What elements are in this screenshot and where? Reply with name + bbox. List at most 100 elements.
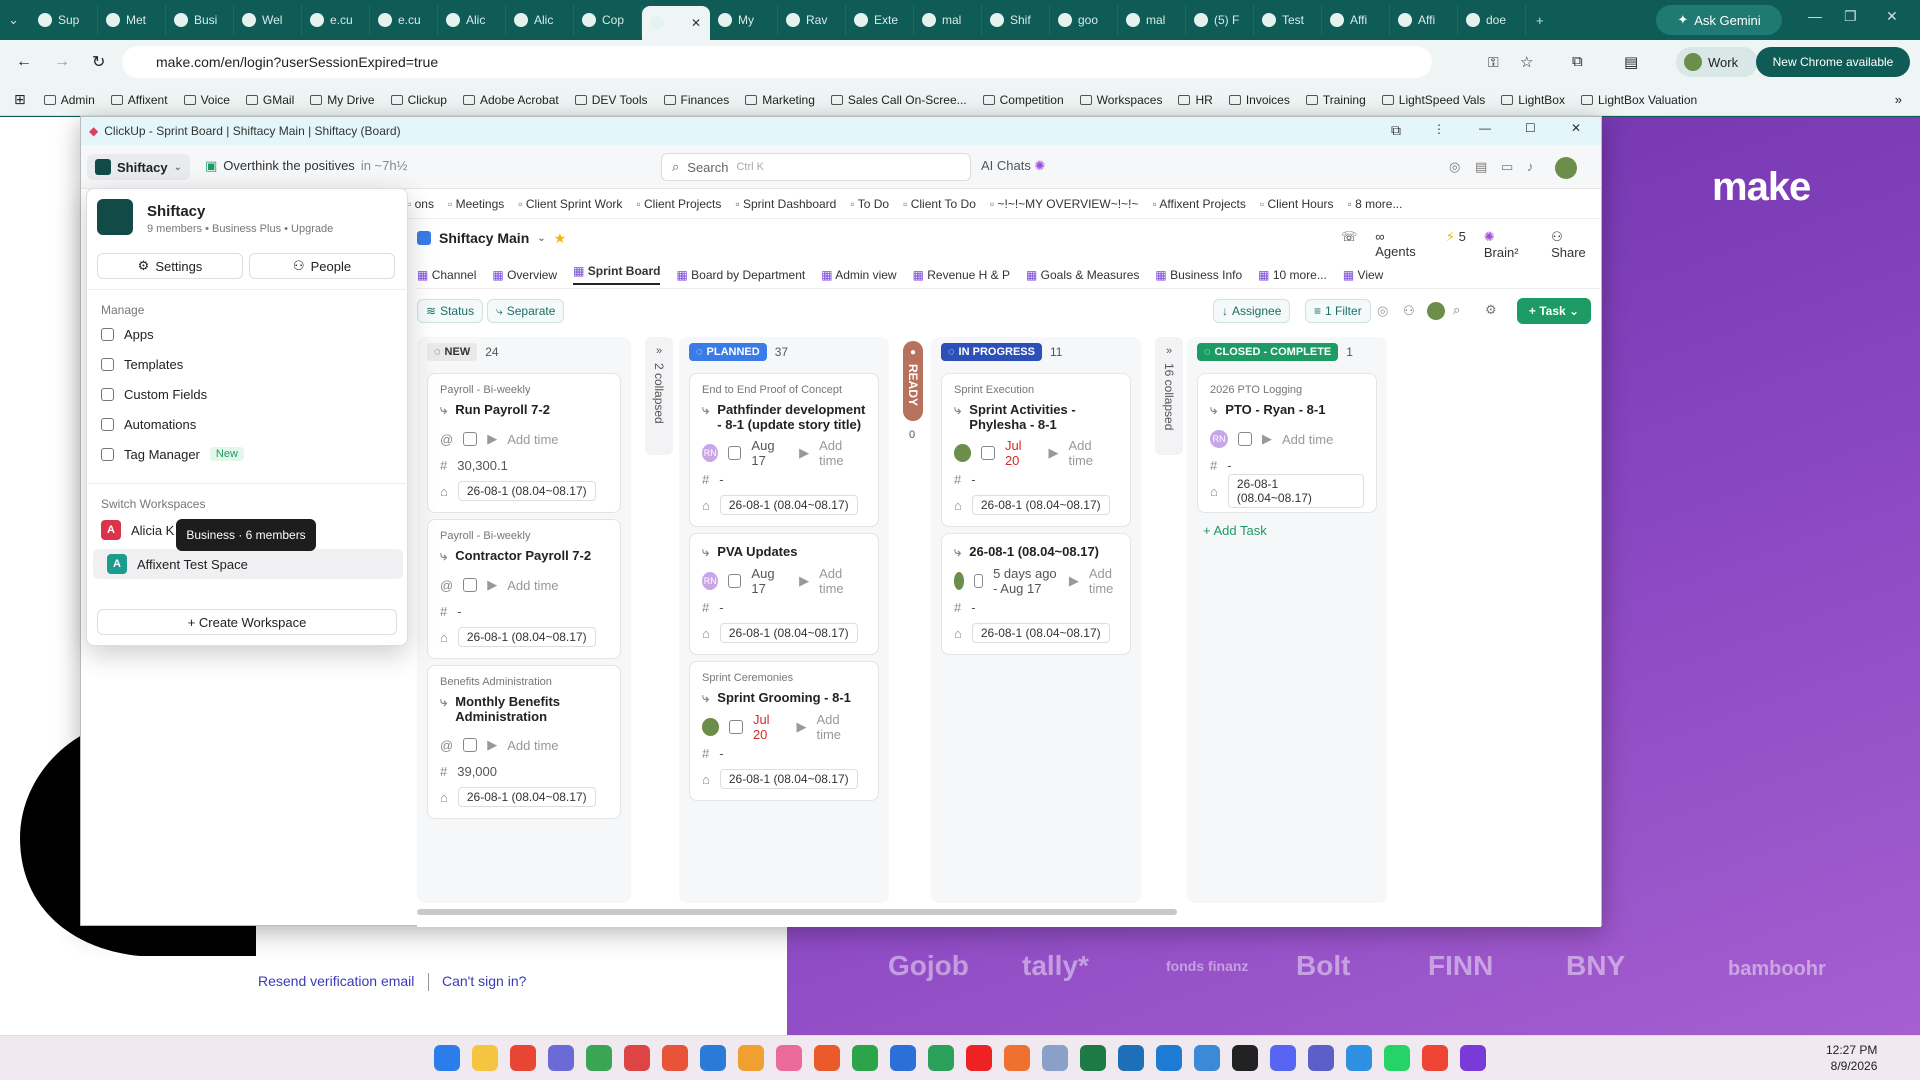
browser-tab[interactable]: goo — [1050, 5, 1118, 35]
video-icon[interactable]: ▭ — [1501, 159, 1513, 175]
bookmark-item[interactable]: Workspaces — [1072, 93, 1171, 107]
add-time-button[interactable]: Add time — [507, 578, 558, 593]
phone-icon[interactable]: ☏ — [1341, 229, 1357, 260]
bookmark-item[interactable]: Competition — [975, 93, 1072, 107]
check-circle-icon[interactable]: ◎ — [1449, 159, 1460, 175]
people-button[interactable]: ⚇ People — [249, 253, 395, 279]
task-card[interactable]: ⤷ 26-08-1 (08.04~08.17) 5 days ago - Aug 1… — [941, 533, 1131, 655]
mic-icon[interactable]: ♪ — [1527, 159, 1534, 174]
close-icon[interactable]: ✕ — [1886, 8, 1898, 25]
assignee-avatar[interactable] — [1427, 302, 1445, 320]
browser-tab[interactable]: Alic — [506, 5, 574, 35]
bookmark-item[interactable]: GMail — [238, 93, 302, 107]
nav-item[interactable]: ▫ ~!~!~MY OVERVIEW~!~!~ — [990, 197, 1139, 211]
bookmark-item[interactable]: Voice — [176, 93, 238, 107]
extension-icon[interactable]: ⧉ — [1391, 122, 1401, 139]
add-time-button[interactable]: Add time — [507, 432, 558, 447]
workspace-switcher[interactable]: Shiftacy ⌄ — [87, 154, 190, 180]
view-tab[interactable]: ▦ Admin view — [821, 268, 896, 282]
back-icon[interactable]: ← — [16, 53, 32, 71]
app-icon[interactable] — [738, 1045, 764, 1071]
bookmark-item[interactable]: LightSpeed Vals — [1374, 93, 1494, 107]
bookmark-item[interactable]: HR — [1170, 93, 1220, 107]
bookmark-item[interactable]: DEV Tools — [567, 93, 656, 107]
task-card[interactable]: Payroll - Bi-weekly ⤷ Contractor Payroll 7… — [427, 519, 621, 659]
more-bookmarks-icon[interactable]: » — [1895, 92, 1902, 107]
bookmark-item[interactable]: LightBox — [1493, 93, 1573, 107]
manage-item[interactable]: Templates — [87, 349, 409, 379]
column-header[interactable]: ◌ CLOSED - COMPLETE 1 — [1187, 337, 1387, 367]
profile-button[interactable]: Work — [1676, 47, 1758, 77]
agents-button[interactable]: ∞ Agents — [1375, 229, 1428, 260]
bookmark-item[interactable]: Affixent — [103, 93, 176, 107]
nav-item[interactable]: ▫ 8 more... — [1348, 197, 1403, 211]
view-tab[interactable]: ▦ Overview — [492, 268, 557, 282]
resend-verification-link[interactable]: Resend verification email — [258, 973, 414, 989]
view-tab[interactable]: ▦ Goals & Measures — [1026, 268, 1139, 282]
search-icon[interactable]: ⌕ — [1453, 302, 1460, 318]
add-time-button[interactable]: Add time — [1068, 438, 1118, 468]
add-task-link[interactable]: + Add Task — [1203, 523, 1371, 538]
nav-item[interactable]: ▫ Client Projects — [636, 197, 721, 211]
add-task-button[interactable]: + Task ⌄ — [1517, 298, 1591, 324]
add-time-button[interactable]: Add time — [1282, 432, 1333, 447]
browser-tab[interactable]: My — [710, 5, 778, 35]
figma-icon[interactable] — [776, 1045, 802, 1071]
system-clock[interactable]: 12:27 PM 8/9/2026 — [1826, 1042, 1877, 1074]
assignee-chip[interactable]: ↓ Assignee — [1213, 299, 1291, 323]
whatsapp-icon[interactable] — [1384, 1045, 1410, 1071]
browser-tab[interactable]: Sup — [30, 5, 98, 35]
vscode-icon[interactable] — [1156, 1045, 1182, 1071]
task-card[interactable]: Payroll - Bi-weekly ⤷ Run Payroll 7-2 @ ▶ Add… — [427, 373, 621, 513]
settings-button[interactable]: ⚙ Settings — [97, 253, 243, 279]
bookmark-item[interactable]: LightBox Valuation — [1573, 93, 1705, 107]
chrome-icon[interactable] — [510, 1045, 536, 1071]
browser-tab[interactable]: e.cu — [370, 5, 438, 35]
automations-count[interactable]: ⚡ 5 — [1446, 229, 1466, 260]
url-bar[interactable]: make.com/en/login?userSessionExpired=tru… — [122, 46, 1432, 78]
task-card[interactable]: Sprint Execution ⤷ Sprint Activities - Phy… — [941, 373, 1131, 527]
task-card[interactable]: ⤷ PVA Updates RN Aug 17 ▶ Add time # - ⌂ 26-08-1 … — [689, 533, 879, 655]
bookmark-item[interactable]: Clickup — [383, 93, 455, 107]
user-avatar[interactable] — [1555, 157, 1577, 179]
browser-tab[interactable]: Alic — [438, 5, 506, 35]
app-icon[interactable] — [624, 1045, 650, 1071]
workspace-item-affixent[interactable]: A Affixent Test Space — [93, 549, 403, 579]
manage-item[interactable]: Custom Fields — [87, 379, 409, 409]
window-close-icon[interactable]: ✕ — [1571, 121, 1581, 135]
bookmark-item[interactable]: Admin — [36, 93, 103, 107]
window-minimize-icon[interactable]: — — [1479, 121, 1491, 135]
browser-tab[interactable]: mal — [914, 5, 982, 35]
task-card[interactable]: 2026 PTO Logging ⤷ PTO - Ryan - 8-1 RN ▶ Add … — [1197, 373, 1377, 513]
bookmark-item[interactable]: Invoices — [1221, 93, 1298, 107]
space-name[interactable]: Shiftacy Main — [439, 230, 529, 246]
add-time-button[interactable]: Add time — [507, 738, 558, 753]
nav-item[interactable]: ▫ To Do — [850, 197, 889, 211]
app-icon[interactable] — [1042, 1045, 1068, 1071]
bookmark-item[interactable]: Adobe Acrobat — [455, 93, 567, 107]
app-icon[interactable] — [1422, 1045, 1448, 1071]
teams-icon[interactable] — [1308, 1045, 1334, 1071]
share-button[interactable]: ⚇ Share — [1551, 229, 1601, 260]
excel-icon[interactable] — [1080, 1045, 1106, 1071]
view-tab[interactable]: ▦ Channel — [417, 268, 476, 282]
collapsed-group[interactable]: » 2 collapsed — [645, 337, 673, 455]
tab-search-icon[interactable]: ⌄ — [8, 12, 30, 28]
tab-close-icon[interactable]: ✕ — [691, 16, 701, 30]
favorite-star-icon[interactable]: ★ — [554, 230, 567, 247]
upwork-icon[interactable] — [1232, 1045, 1258, 1071]
search-input[interactable]: ⌕ Search Ctrl K — [661, 153, 971, 181]
view-tab[interactable]: ▦ Business Info — [1155, 268, 1242, 282]
browser-tab[interactable]: Wel — [234, 5, 302, 35]
gmail-icon[interactable] — [662, 1045, 688, 1071]
new-tab-icon[interactable]: + — [1536, 13, 1544, 28]
nav-item[interactable]: ▫ Meetings — [448, 197, 504, 211]
filter-chip[interactable]: ≡ 1 Filter — [1305, 299, 1371, 323]
app-icon[interactable] — [700, 1045, 726, 1071]
add-time-button[interactable]: Add time — [819, 438, 866, 468]
app-icon[interactable] — [586, 1045, 612, 1071]
cant-sign-in-link[interactable]: Can't sign in? — [442, 973, 526, 989]
password-key-icon[interactable]: ⚿ — [1488, 54, 1499, 71]
browser-tab[interactable]: Affi — [1322, 5, 1390, 35]
browser-tab[interactable]: Shif — [982, 5, 1050, 35]
